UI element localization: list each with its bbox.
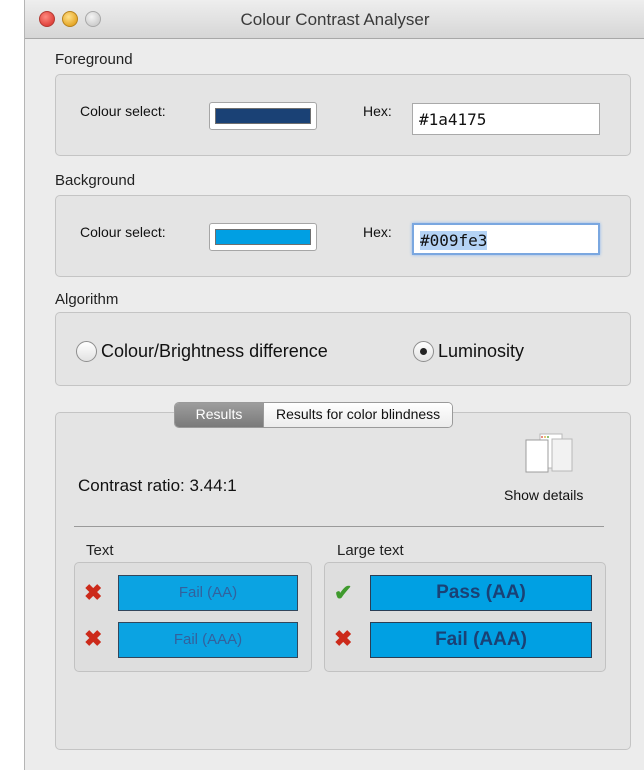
cross-icon: ✖ <box>84 626 103 651</box>
foreground-hex-input[interactable]: #1a4175 <box>412 103 600 135</box>
results-divider <box>74 526 604 527</box>
algorithm-section-label: Algorithm <box>55 291 119 308</box>
text-aaa-result: Fail (AAA) <box>118 622 298 658</box>
background-swatch-fill <box>215 229 311 245</box>
radio-colour-brightness[interactable]: Colour/Brightness difference <box>76 341 328 362</box>
check-icon: ✔ <box>334 580 353 605</box>
radio-luminosity[interactable]: Luminosity <box>413 341 524 362</box>
cross-icon: ✖ <box>84 580 103 605</box>
large-text-group-label: Large text <box>337 542 404 559</box>
text-aaa-result-label: Fail (AAA) <box>173 631 243 648</box>
background-colour-swatch[interactable] <box>209 223 317 251</box>
foreground-panel: Colour select: Hex: #1a4175 <box>55 74 631 156</box>
text-aa-result-label: Fail (AA) <box>178 584 238 601</box>
show-details-icon[interactable] <box>524 432 574 474</box>
text-aa-result: Fail (AA) <box>118 575 298 611</box>
large-text-aaa-result: Fail (AAA) <box>370 622 592 658</box>
background-hex-input[interactable]: #009fe3 <box>412 223 600 255</box>
radio-button-colour-brightness[interactable] <box>76 341 97 362</box>
window-title: Colour Contrast Analyser <box>240 10 430 29</box>
tab-results[interactable]: Results <box>175 403 263 427</box>
radio-button-luminosity[interactable] <box>413 341 434 362</box>
foreground-section-label: Foreground <box>55 51 133 68</box>
radio-label-luminosity: Luminosity <box>438 341 525 361</box>
title-bar: Colour Contrast Analyser <box>25 0 644 39</box>
background-panel: Colour select: Hex: #009fe3 <box>55 195 631 277</box>
foreground-hex-label: Hex: <box>363 103 392 119</box>
foreground-colour-swatch[interactable] <box>209 102 317 130</box>
algorithm-panel: Colour/Brightness difference Luminosity <box>55 312 631 386</box>
show-details-label[interactable]: Show details <box>504 487 583 503</box>
background-section-label: Background <box>55 172 136 189</box>
tab-results-color-blindness[interactable]: Results for color blindness <box>263 403 453 427</box>
text-group-label: Text <box>86 542 114 559</box>
background-hex-label: Hex: <box>363 224 392 240</box>
contrast-ratio-text: Contrast ratio: 3.44:1 <box>78 476 237 495</box>
cross-icon: ✖ <box>334 626 353 651</box>
background-colour-select-label: Colour select: <box>80 224 166 240</box>
background-hex-value: #009fe3 <box>420 231 488 250</box>
results-tab-bar: Results Results for color blindness <box>174 402 454 428</box>
large-text-aa-result: Pass (AA) <box>370 575 592 611</box>
foreground-swatch-fill <box>215 108 311 124</box>
radio-label-colour-brightness: Colour/Brightness difference <box>101 341 328 361</box>
foreground-colour-select-label: Colour select: <box>80 103 166 119</box>
